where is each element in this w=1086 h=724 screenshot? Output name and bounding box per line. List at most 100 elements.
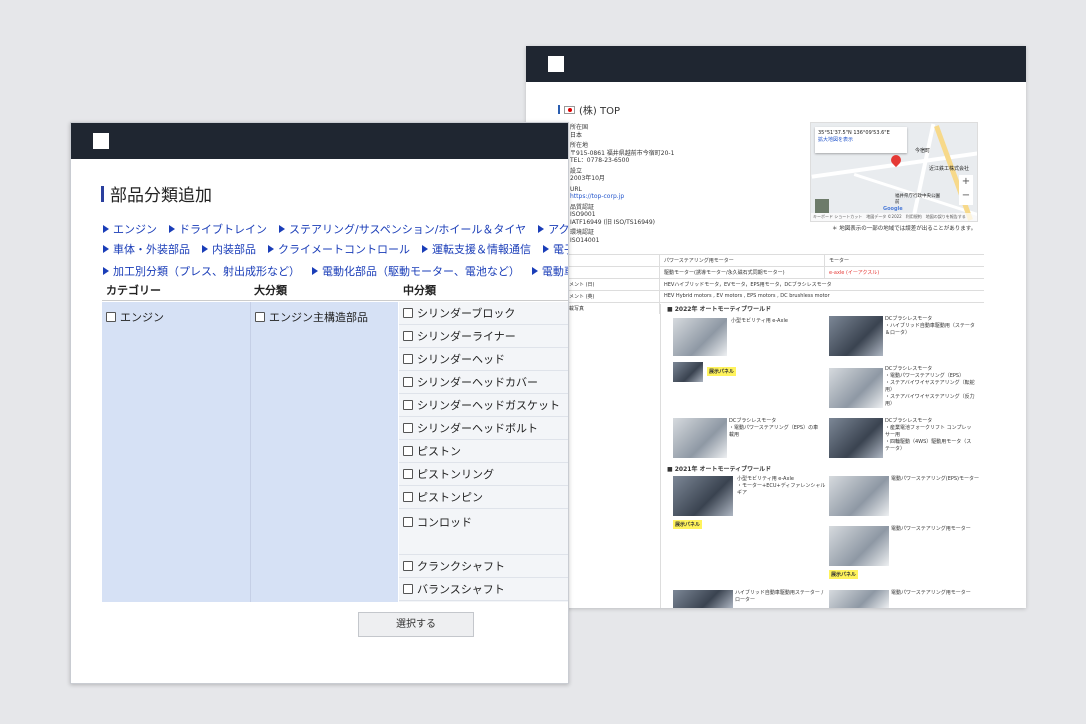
- info-value: 2003年10月: [570, 175, 605, 182]
- product-photo[interactable]: [673, 362, 703, 382]
- product-photo[interactable]: [673, 418, 727, 458]
- map-popup: 35°51'37.5"N 136°09'53.6"E 拡大地図を表示: [815, 127, 907, 153]
- list-item: シリンダーライナー: [399, 325, 568, 348]
- checkbox[interactable]: [403, 469, 413, 479]
- checkbox[interactable]: [403, 517, 413, 527]
- part-category-window: 部品分類追加 エンジン ドライブトレイン ステアリング/サスペンション/ホイール…: [70, 122, 569, 684]
- header-category: カテゴリー: [102, 281, 250, 301]
- company-info: 所在国 日本 所在地 〒915-0861 福井県越前市今宿町20-1 TEL：0…: [570, 124, 750, 244]
- list-item: シリンダーヘッドガスケット: [399, 394, 568, 417]
- checkbox[interactable]: [403, 446, 413, 456]
- category-link-body[interactable]: 車体・外装部品: [103, 241, 190, 257]
- middle-checkbox[interactable]: シリンダーヘッドガスケット: [403, 397, 560, 413]
- triangle-right-icon: [538, 225, 545, 233]
- checkbox[interactable]: [403, 400, 413, 410]
- middle-checkbox[interactable]: シリンダーヘッド: [403, 351, 505, 367]
- expo-year-heading: ■ 2021年 オートモーティブワールド: [667, 466, 772, 473]
- checkbox[interactable]: [403, 377, 413, 387]
- header-major: 大分類: [250, 281, 399, 301]
- middle-checkbox[interactable]: シリンダーライナー: [403, 328, 516, 344]
- middle-checkbox[interactable]: シリンダーブロック: [403, 305, 515, 321]
- category-link-ev-thermal[interactable]: 電動車用熱: [531, 263, 568, 279]
- product-photo[interactable]: [829, 590, 889, 608]
- category-link-adas[interactable]: 運転支援＆情報通信: [422, 241, 531, 257]
- info-value: IATF16949 (旧 ISO/TS16949): [570, 218, 655, 226]
- info-label: 環境認証: [570, 229, 595, 236]
- titlebar: [526, 46, 1026, 82]
- table-row: 駆動モーター(誘導モーター/永久磁石式同期モーター) e-axle (イーアクス…: [560, 267, 984, 279]
- category-link-drivetrain[interactable]: ドライブトレイン: [169, 221, 267, 237]
- list-item: シリンダーヘッドボルト: [399, 417, 568, 440]
- category-link-engine[interactable]: エンジン: [103, 221, 157, 237]
- company-url-link[interactable]: https://top-corp.jp: [570, 193, 750, 201]
- checkbox[interactable]: [403, 308, 413, 318]
- info-label: 所在地: [570, 142, 589, 149]
- checkbox[interactable]: [403, 492, 413, 502]
- category-link-process[interactable]: 加工別分類（プレス、射出成形など）: [103, 263, 300, 279]
- product-photo[interactable]: [829, 476, 889, 516]
- middle-checkbox[interactable]: シリンダーヘッドボルト: [403, 420, 538, 436]
- company-detail-window: (株) TOP 所在国 日本 所在地 〒915-0861 福井県越前市今宿町20…: [526, 46, 1026, 608]
- product-photo[interactable]: [829, 368, 883, 408]
- middle-checkbox[interactable]: クランクシャフト: [403, 558, 505, 574]
- major-checkbox-engine-structure[interactable]: エンジン主構造部品: [251, 302, 398, 332]
- info-value: TEL：0778-23-6500: [570, 157, 630, 164]
- checkbox[interactable]: [403, 561, 413, 571]
- checkbox[interactable]: [255, 312, 265, 322]
- middle-column: シリンダーブロック シリンダーライナー シリンダーヘッド シリンダーヘッドカバー…: [399, 302, 568, 602]
- category-column: エンジン: [102, 302, 250, 602]
- enlarge-map-link[interactable]: 拡大地図を表示: [818, 137, 904, 144]
- info-label: 品質認証: [570, 203, 595, 211]
- location-map[interactable]: 35°51'37.5"N 136°09'53.6"E 拡大地図を表示 今宿町 近…: [810, 122, 978, 222]
- triangle-right-icon: [312, 267, 318, 275]
- triangle-right-icon: [422, 245, 428, 253]
- select-submit-button[interactable]: 選択する: [358, 612, 474, 637]
- expo-year-heading: ■ 2022年 オートモーティブワールド: [667, 306, 772, 313]
- checkbox[interactable]: [106, 312, 116, 322]
- exhibit-panel-badge: 展示パネル: [673, 520, 703, 529]
- list-item: シリンダーヘッドカバー: [399, 371, 568, 394]
- product-photo[interactable]: [829, 316, 883, 356]
- japan-flag-icon: [564, 105, 575, 114]
- checkbox[interactable]: [403, 354, 413, 364]
- category-links-row-3: 加工別分類（プレス、射出成形など） 電動化部品（駆動モーター、電池など） 電動車…: [103, 263, 568, 279]
- middle-checkbox[interactable]: ピストンピン: [403, 489, 483, 505]
- exhibit-panel-badge: 展示パネル: [829, 570, 859, 579]
- triangle-right-icon: [279, 225, 285, 233]
- page-title: 部品分類追加: [101, 181, 212, 206]
- middle-checkbox[interactable]: バランスシャフト: [403, 581, 505, 597]
- info-label: 所在国: [570, 124, 589, 131]
- middle-checkbox[interactable]: シリンダーヘッドカバー: [403, 374, 538, 390]
- category-link-electronics[interactable]: 電子・: [543, 241, 568, 257]
- product-photo[interactable]: [673, 318, 727, 356]
- product-photo[interactable]: [829, 526, 889, 566]
- middle-checkbox[interactable]: ピストンリング: [403, 466, 494, 482]
- product-photo[interactable]: [673, 476, 733, 516]
- category-link-electrification[interactable]: 電動化部品（駆動モーター、電池など）: [312, 263, 520, 279]
- product-photo[interactable]: [673, 590, 733, 608]
- list-item: クランクシャフト: [399, 555, 568, 578]
- checkbox[interactable]: [403, 584, 413, 594]
- middle-checkbox[interactable]: コンロッド: [403, 514, 472, 530]
- category-link-steering[interactable]: ステアリング/サスペンション/ホイール＆タイヤ: [279, 221, 526, 237]
- window-icon: [93, 133, 109, 149]
- map-satellite-thumbnail[interactable]: [815, 199, 829, 213]
- category-link-interior[interactable]: 内装部品: [202, 241, 256, 257]
- map-zoom-control[interactable]: + −: [959, 175, 973, 205]
- list-item: バランスシャフト: [399, 578, 568, 601]
- list-item: コンロッド: [399, 509, 568, 555]
- triangle-right-icon: [531, 267, 538, 275]
- checkbox[interactable]: [403, 423, 413, 433]
- info-value: 〒915-0861 福井県越前市今宿町20-1: [570, 149, 675, 157]
- category-link-climate[interactable]: クライメートコントロール: [268, 241, 410, 257]
- product-photo[interactable]: [829, 418, 883, 458]
- photo-gallery: ■ 2022年 オートモーティブワールド 小型モビリティ用 e-Axle DCブ…: [660, 304, 984, 608]
- google-logo: Google: [883, 206, 903, 212]
- header-middle: 中分類: [399, 281, 568, 301]
- checkbox[interactable]: [403, 331, 413, 341]
- category-checkbox-engine[interactable]: エンジン: [102, 302, 250, 332]
- titlebar: [71, 123, 568, 159]
- middle-checkbox[interactable]: ピストン: [403, 443, 461, 459]
- info-label: URL: [570, 185, 582, 193]
- category-link-axle[interactable]: アクスル: [538, 221, 568, 237]
